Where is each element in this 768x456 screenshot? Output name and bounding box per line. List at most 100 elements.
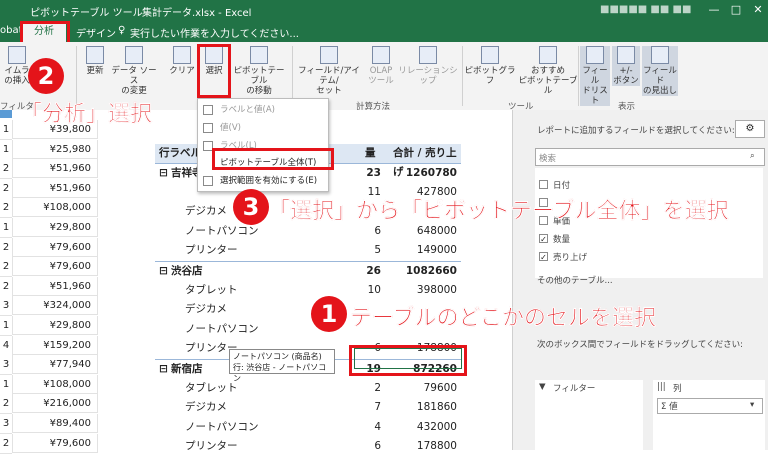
clear-button[interactable]: クリア	[168, 46, 196, 76]
pivot-item-row[interactable]: デジカメ 7 181860	[155, 398, 461, 417]
row-number[interactable]: 1	[0, 316, 12, 336]
pivot-qty: 6	[374, 440, 381, 453]
field-checkbox-sales[interactable]: ✓	[539, 252, 548, 262]
row-number[interactable]: 3	[0, 355, 12, 376]
columns-area-label: 列	[673, 384, 682, 394]
relationships-button[interactable]: リレーションシップ	[396, 46, 460, 86]
menu-item-values[interactable]: 値(V)	[198, 119, 328, 137]
price-cell[interactable]: ¥216,000	[12, 394, 98, 414]
row-number[interactable]: 1	[0, 120, 12, 140]
pivot-item-row[interactable]: ノートパソコン 4 432000	[155, 418, 461, 437]
chart-icon	[481, 46, 499, 64]
qty-header: 量	[365, 147, 376, 159]
fields-items-sets-button[interactable]: フィールド/アイテム/セット	[294, 46, 364, 96]
price-cell[interactable]: ¥51,960	[12, 276, 98, 296]
filter-icon: ▼	[539, 382, 546, 392]
change-source-button[interactable]: データ ソース の変更	[108, 46, 160, 96]
row-number[interactable]: 1	[0, 139, 12, 160]
pivot-sales: 1260780	[405, 167, 457, 179]
price-cell[interactable]: ¥324,000	[12, 296, 98, 316]
price-cell[interactable]: ¥29,800	[12, 316, 98, 335]
price-cell[interactable]: ¥77,940	[12, 355, 98, 375]
pivot-row-label: デジカメ	[185, 205, 227, 218]
refresh-button[interactable]: 更新	[82, 46, 108, 76]
tell-me-search[interactable]: 実行したい作業を入力してください...	[130, 25, 299, 40]
field-checkbox-date[interactable]	[539, 180, 548, 189]
price-cell[interactable]: ¥25,980	[12, 139, 98, 159]
collapse-icon[interactable]: ⊟	[159, 164, 168, 183]
pivot-qty: 4	[374, 420, 381, 433]
price-cell[interactable]: ¥89,400	[12, 414, 98, 433]
row-number[interactable]: 2	[0, 237, 12, 258]
row-number[interactable]: 2	[0, 433, 12, 454]
price-cell[interactable]: ¥108,000	[12, 198, 98, 218]
filter-area[interactable]: ▼ フィルター	[535, 380, 643, 450]
maximize-button[interactable]: □	[727, 2, 745, 18]
columns-area[interactable]: ||| 列 Σ 値 ▾	[653, 380, 765, 450]
row-labels-header: 行ラベル	[159, 147, 201, 159]
title-bar: ピボットテーブル ツール 集計データ.xlsx - Excel ■■■■■ ■■…	[0, 0, 768, 22]
price-cell[interactable]: ¥79,600	[12, 237, 98, 257]
more-tables-link[interactable]: その他のテーブル...	[537, 274, 613, 286]
pivot-sales: 181860	[416, 401, 457, 414]
field-headers-button[interactable]: フィールド の見出し	[642, 46, 678, 96]
pivot-sales: 432000	[416, 420, 457, 433]
price-cell[interactable]: ¥159,200	[12, 335, 98, 355]
pivot-sales: 79600	[423, 381, 457, 394]
price-cell[interactable]: ¥51,960	[12, 159, 98, 179]
fx-icon	[320, 46, 338, 64]
pivot-field-list-pane: レポートに追加するフィールドを選択してください: ⚙ 検索 ⌕ 日付 単価 ✓ …	[512, 110, 768, 450]
menu-item-enable-selection[interactable]: 選択範囲を有効にする(E)	[198, 172, 328, 190]
values-field-chip[interactable]: Σ 値 ▾	[657, 398, 763, 414]
row-number[interactable]: 4	[0, 335, 12, 356]
row-number[interactable]: 2	[0, 159, 12, 180]
plus-minus-button[interactable]: +/- ボタン	[612, 46, 640, 86]
row-number[interactable]: 2	[0, 178, 12, 199]
row-number[interactable]: 2	[0, 394, 12, 415]
field-label: 数量	[553, 235, 571, 245]
field-search-input[interactable]: 検索 ⌕	[535, 148, 765, 166]
gear-icon[interactable]: ⚙	[735, 120, 765, 138]
price-cell[interactable]: ¥79,600	[12, 257, 98, 277]
move-table-icon	[250, 46, 268, 64]
pivot-item-row[interactable]: プリンター 6 178800	[155, 437, 461, 456]
select-button-highlight	[197, 44, 231, 98]
row-number[interactable]: 2	[0, 276, 12, 297]
collapse-icon[interactable]: ⊟	[159, 360, 168, 379]
tab-design[interactable]: デザイン	[76, 25, 116, 40]
pivot-item-row[interactable]: プリンター 5 149000	[155, 241, 461, 260]
pivot-qty: 23	[366, 167, 381, 179]
pivot-chart-button[interactable]: ピボットグラフ	[464, 46, 516, 86]
pivot-row-label: 新宿店	[171, 363, 203, 375]
tooltip-line2: 行: 渋谷店 - ノートパソコン	[233, 363, 327, 383]
field-list-button[interactable]: フィール ドリスト	[580, 46, 610, 106]
menu-icon	[203, 123, 213, 133]
row-number[interactable]: 2	[0, 198, 12, 219]
step3-callout: 「選択」から「ピボットテーブル全体」を選択	[268, 199, 729, 224]
row-number[interactable]: 2	[0, 257, 12, 278]
column-header-cell[interactable]	[0, 110, 12, 118]
pivot-row-label: 渋谷店	[171, 265, 203, 277]
olap-tools-button[interactable]: OLAP ツール	[366, 46, 396, 86]
close-button[interactable]: ✕	[749, 2, 767, 18]
pivot-qty: 7	[374, 401, 381, 414]
price-cell[interactable]: ¥29,800	[12, 218, 98, 237]
field-checkbox-quantity[interactable]: ✓	[539, 234, 548, 244]
collapse-icon[interactable]: ⊟	[159, 262, 168, 281]
pivot-group-row[interactable]: ⊟ 渋谷店 26 1082660	[155, 261, 461, 281]
field-list-icon	[586, 46, 604, 64]
pivot-qty: 26	[366, 265, 381, 277]
recommended-pivot-button[interactable]: おすすめ ピボットテーブル	[518, 46, 578, 96]
price-cell[interactable]: ¥51,960	[12, 178, 98, 198]
row-number[interactable]: 1	[0, 218, 12, 238]
slicer-icon	[8, 46, 26, 64]
move-pivot-button[interactable]: ピボットテーブル の移動	[230, 46, 288, 96]
filter-area-label: フィルター	[553, 384, 596, 394]
row-number[interactable]: 3	[0, 414, 12, 434]
row-number[interactable]: 1	[0, 374, 12, 395]
minimize-button[interactable]: —	[705, 2, 723, 18]
pivot-item-row[interactable]: タブレット 10 398000	[155, 281, 461, 300]
menu-item-labels-values[interactable]: ラベルと値(A)	[198, 101, 328, 119]
price-cell[interactable]: ¥108,000	[12, 374, 98, 394]
row-number[interactable]: 3	[0, 296, 12, 317]
